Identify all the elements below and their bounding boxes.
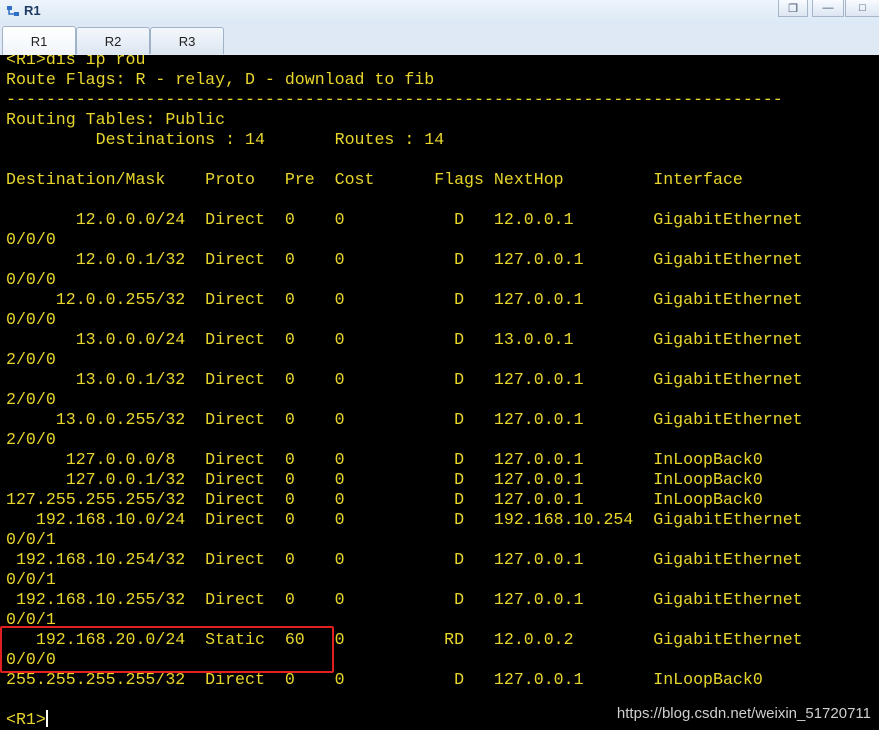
terminal-line: Routing Tables: Public xyxy=(6,110,226,129)
terminal-line: 2/0/0 xyxy=(6,430,56,449)
terminal-line: <R1>dis ip rou xyxy=(6,55,146,69)
terminal-line: 0/0/1 xyxy=(6,530,56,549)
terminal-line: 13.0.0.0/24 Direct 0 0 D 13.0.0.1 Gigabi… xyxy=(6,330,803,349)
terminal-line: 2/0/0 xyxy=(6,350,56,369)
terminal-line: 127.0.0.0/8 Direct 0 0 D 127.0.0.1 InLoo… xyxy=(6,450,763,469)
tab-r1[interactable]: R1 xyxy=(2,26,76,55)
terminal-line: 127.0.0.1/32 Direct 0 0 D 127.0.0.1 InLo… xyxy=(6,470,763,489)
terminal-line: 0/0/0 xyxy=(6,230,56,249)
terminal-line: 192.168.10.0/24 Direct 0 0 D 192.168.10.… xyxy=(6,510,803,529)
terminal-line: Destination/Mask Proto Pre Cost Flags Ne… xyxy=(6,170,743,189)
tab-r3[interactable]: R3 xyxy=(150,27,224,54)
terminal-line: 12.0.0.255/32 Direct 0 0 D 127.0.0.1 Gig… xyxy=(6,290,803,309)
terminal-line: 0/0/0 xyxy=(6,310,56,329)
restore-icon: ❐ xyxy=(788,2,798,15)
terminal-line: ----------------------------------------… xyxy=(6,90,783,109)
maximize-button[interactable]: □ xyxy=(845,0,879,17)
terminal-line: 192.168.10.254/32 Direct 0 0 D 127.0.0.1… xyxy=(6,550,803,569)
router-app-icon xyxy=(7,6,19,16)
terminal-line: 255.255.255.255/32 Direct 0 0 D 127.0.0.… xyxy=(6,670,763,689)
minimize-icon: — xyxy=(822,2,834,14)
terminal-line: 192.168.10.255/32 Direct 0 0 D 127.0.0.1… xyxy=(6,590,803,609)
terminal-console[interactable]: <R1>dis ip rou Route Flags: R - relay, D … xyxy=(0,55,879,730)
static-route-highlight xyxy=(0,626,334,673)
terminal-line: 13.0.0.1/32 Direct 0 0 D 127.0.0.1 Gigab… xyxy=(6,370,803,389)
terminal-line: 12.0.0.1/32 Direct 0 0 D 127.0.0.1 Gigab… xyxy=(6,250,803,269)
restore-button[interactable]: ❐ xyxy=(778,0,808,17)
text-cursor xyxy=(45,710,48,727)
minimize-button[interactable]: — xyxy=(812,0,844,17)
maximize-icon: □ xyxy=(859,2,866,14)
prompt-text: <R1> xyxy=(6,710,46,729)
window-title: R1 xyxy=(24,3,41,18)
terminal-line: Route Flags: R - relay, D - download to … xyxy=(6,70,435,89)
terminal-line: Destinations : 14 Routes : 14 xyxy=(6,130,445,149)
watermark-text: https://blog.csdn.net/weixin_51720711 xyxy=(616,705,871,722)
terminal-line: 2/0/0 xyxy=(6,390,56,409)
title-bar: R1 ❐ — □ xyxy=(0,0,879,24)
terminal-line: 127.255.255.255/32 Direct 0 0 D 127.0.0.… xyxy=(6,490,763,509)
terminal-line: 13.0.0.255/32 Direct 0 0 D 127.0.0.1 Gig… xyxy=(6,410,803,429)
tab-bar: R1 R2 R3 xyxy=(0,24,879,55)
tab-r2[interactable]: R2 xyxy=(76,27,150,54)
terminal-line: 0/0/0 xyxy=(6,270,56,289)
terminal-line: 12.0.0.0/24 Direct 0 0 D 12.0.0.1 Gigabi… xyxy=(6,210,803,229)
terminal-line: 0/0/1 xyxy=(6,570,56,589)
